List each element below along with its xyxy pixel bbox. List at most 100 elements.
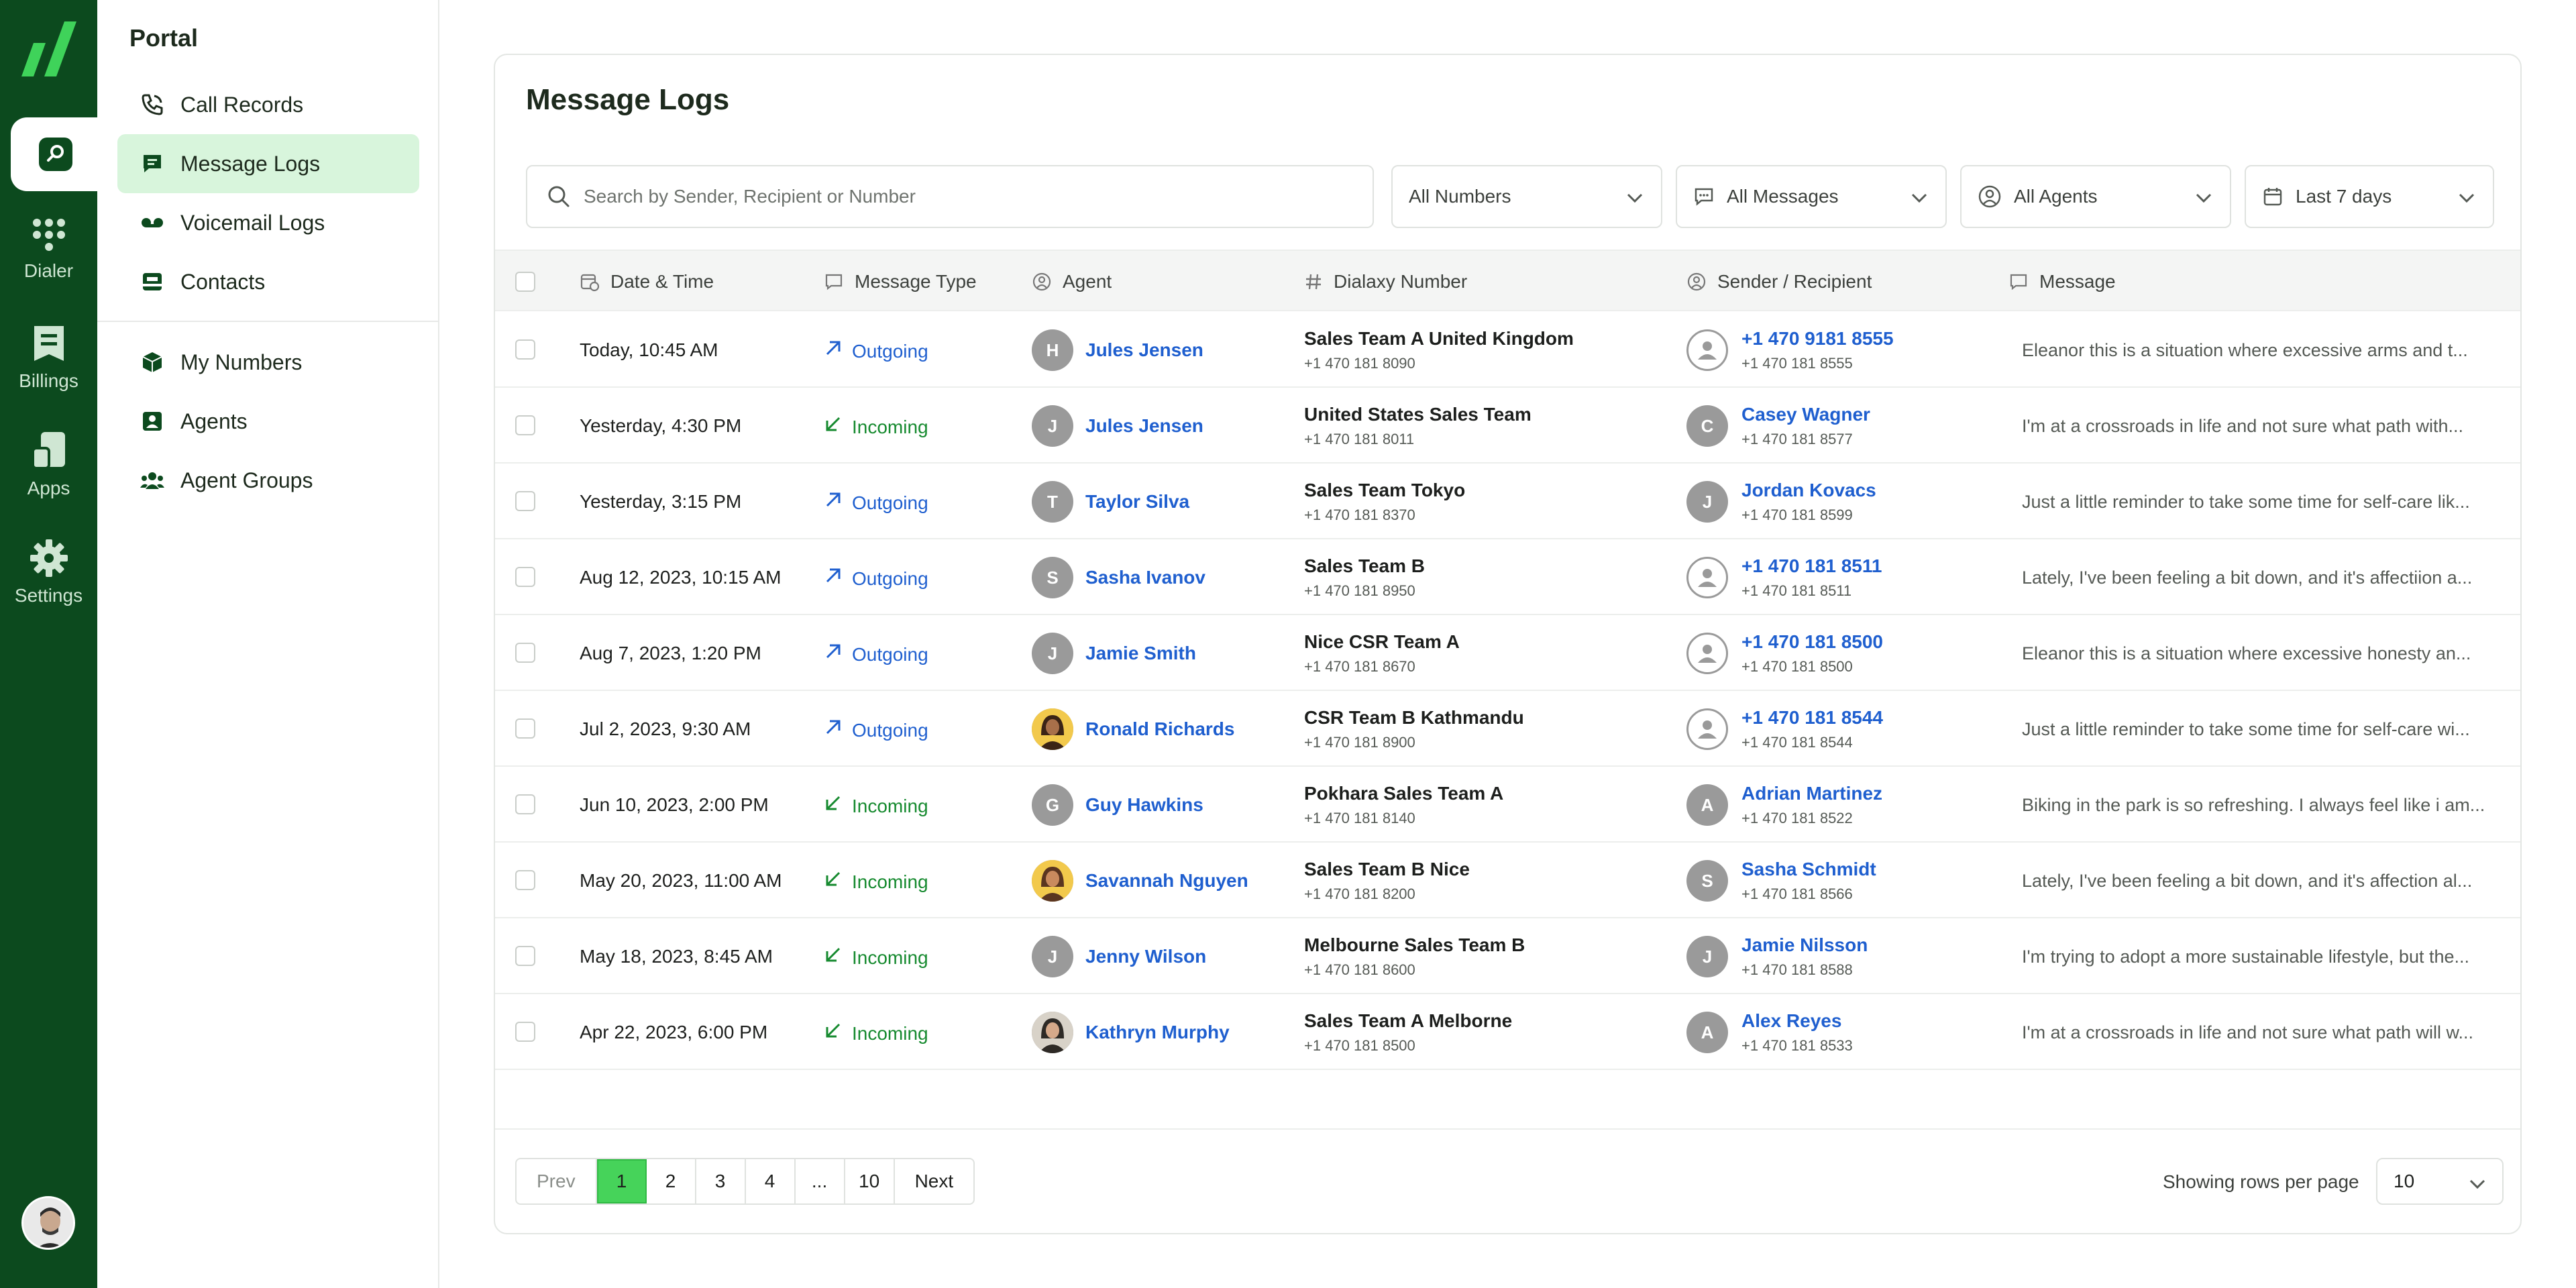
sidebar-item-my-numbers[interactable]: My Numbers [117,333,419,392]
message-outline-icon [2008,272,2029,292]
column-header-label: Message [2039,271,2116,292]
column-header-datetime[interactable]: Date & Time [580,251,714,313]
row-checkbox[interactable] [515,643,535,663]
agent-initial: J [1047,415,1058,436]
sender-number: +1 470 181 8577 [1741,431,1853,447]
sender-name-link[interactable]: +1 470 181 8511 [1741,555,1882,577]
row-checkbox[interactable] [515,1022,535,1042]
numbers-filter-dropdown[interactable]: All Numbers [1391,165,1662,228]
page-button-1[interactable]: 1 [596,1159,647,1203]
rail-item-dialer[interactable]: Dialer [0,216,97,282]
row-checkbox[interactable] [515,946,535,966]
table-row[interactable]: Apr 22, 2023, 6:00 PM Incoming Kathryn M… [495,995,2520,1070]
sidebar-item-agent-groups[interactable]: Agent Groups [117,451,419,510]
table-row[interactable]: Aug 12, 2023, 10:15 AM Outgoing S Sasha … [495,540,2520,615]
row-checkbox[interactable] [515,339,535,360]
agent-name-link[interactable]: Kathryn Murphy [1085,1022,1230,1043]
page-button-3[interactable]: 3 [696,1159,746,1203]
photo-avatar-icon [1032,708,1073,750]
agent-name-link[interactable]: Savannah Nguyen [1085,870,1248,892]
column-header-message[interactable]: Message [2008,251,2116,313]
message-preview[interactable]: I'm at a crossroads in life and not sure… [2022,388,2498,464]
next-page-button[interactable]: Next [895,1159,974,1203]
sidebar-item-message-logs[interactable]: Message Logs [117,134,419,193]
table-row[interactable]: Jun 10, 2023, 2:00 PM Incoming G Guy Haw… [495,767,2520,843]
message-preview[interactable]: I'm trying to adopt a more sustainable l… [2022,919,2498,994]
agent-name-link[interactable]: Jules Jensen [1085,415,1203,437]
sidebar-item-label: Message Logs [180,151,321,176]
row-checkbox[interactable] [515,794,535,814]
agent-name-link[interactable]: Jules Jensen [1085,339,1203,361]
sender-name-link[interactable]: Alex Reyes [1741,1010,1853,1032]
row-checkbox[interactable] [515,870,535,890]
agent-avatar: T [1032,481,1073,523]
agent-name-link[interactable]: Ronald Richards [1085,718,1234,740]
table-row[interactable]: May 18, 2023, 8:45 AM Incoming J Jenny W… [495,919,2520,994]
rail-item-apps[interactable]: Apps [0,431,97,499]
column-header-label: Agent [1063,271,1112,292]
message-preview[interactable]: Just a little reminder to take some time… [2022,464,2498,539]
generic-user-icon [1698,569,1717,587]
agent-avatar: G [1032,784,1073,826]
table-row[interactable]: Yesterday, 4:30 PM Incoming J Jules Jens… [495,388,2520,464]
table-row[interactable]: Aug 7, 2023, 1:20 PM Outgoing J Jamie Sm… [495,616,2520,691]
agent-name-link[interactable]: Sasha Ivanov [1085,567,1205,588]
message-preview[interactable]: Lately, I've been feeling a bit down, an… [2022,540,2498,615]
column-header-agent[interactable]: Agent [1032,251,1112,313]
message-preview[interactable]: Biking in the park is so refreshing. I a… [2022,767,2498,843]
table-footer-divider [495,1128,2520,1130]
sidebar-item-voicemail-logs[interactable]: Voicemail Logs [117,193,419,252]
dialaxy-number: Sales Team Tokyo +1 470 181 8370 [1304,480,1465,524]
date-range-dropdown[interactable]: Last 7 days [2245,165,2494,228]
row-checkbox[interactable] [515,718,535,739]
page-button-4[interactable]: 4 [746,1159,796,1203]
agent-name-link[interactable]: Guy Hawkins [1085,794,1203,816]
sidebar-item-call-records[interactable]: Call Records [117,75,419,134]
sender-name-link[interactable]: Casey Wagner [1741,404,1870,425]
rail-item-portal[interactable] [11,117,97,191]
sender-name-link[interactable]: Sasha Schmidt [1741,859,1876,880]
column-header-message-type[interactable]: Message Type [824,251,977,313]
agent-name-link[interactable]: Taylor Silva [1085,491,1189,513]
sender-name-link[interactable]: Adrian Martinez [1741,783,1882,804]
row-checkbox[interactable] [515,491,535,511]
message-preview[interactable]: Eleanor this is a situation where excess… [2022,616,2498,691]
app-logo-icon[interactable] [19,19,79,79]
agent-initial: T [1047,491,1058,512]
sender-name-link[interactable]: +1 470 9181 8555 [1741,328,1894,350]
sidebar-item-agents[interactable]: Agents [117,392,419,451]
agent-name-link[interactable]: Jamie Smith [1085,643,1196,664]
table-row[interactable]: Jul 2, 2023, 9:30 AM Outgoing Ronald Ric… [495,692,2520,767]
sender-name-link[interactable]: Jamie Nilsson [1741,934,1868,956]
rows-per-page-dropdown[interactable]: 10 [2376,1158,2504,1205]
message-preview[interactable]: Eleanor this is a situation where excess… [2022,313,2498,388]
table-row[interactable]: Today, 10:45 AM Outgoing H Jules Jensen … [495,313,2520,388]
message-preview[interactable]: I'm at a crossroads in life and not sure… [2022,995,2498,1070]
row-checkbox[interactable] [515,415,535,435]
messages-filter-dropdown[interactable]: All Messages [1676,165,1947,228]
user-avatar[interactable] [21,1196,75,1250]
page-button-10[interactable]: 10 [845,1159,895,1203]
message-preview[interactable]: Lately, I've been feeling a bit down, an… [2022,843,2498,918]
agent-name-link[interactable]: Jenny Wilson [1085,946,1206,967]
search-icon [548,186,570,207]
message-preview[interactable]: Just a little reminder to take some time… [2022,692,2498,767]
column-header-sender-recipient[interactable]: Sender / Recipient [1686,251,1872,313]
rail-item-billings[interactable]: Billings [0,323,97,392]
table-row[interactable]: Yesterday, 3:15 PM Outgoing T Taylor Sil… [495,464,2520,539]
sender-name-link[interactable]: +1 470 181 8500 [1741,631,1883,653]
column-header-dialaxy-number[interactable]: Dialaxy Number [1304,251,1467,313]
row-checkbox[interactable] [515,567,535,587]
agents-filter-dropdown[interactable]: All Agents [1960,165,2231,228]
sender-name-link[interactable]: +1 470 181 8544 [1741,707,1883,729]
rail-item-settings[interactable]: Settings [0,538,97,606]
search-box[interactable] [526,165,1374,228]
row-datetime: Today, 10:45 AM [580,339,718,360]
search-input[interactable] [584,186,1355,207]
prev-page-button[interactable]: Prev [517,1159,597,1203]
sidebar-item-contacts[interactable]: Contacts [117,252,419,311]
page-button-2[interactable]: 2 [647,1159,696,1203]
sender-name-link[interactable]: Jordan Kovacs [1741,480,1876,501]
table-row[interactable]: May 20, 2023, 11:00 AM Incoming Savannah… [495,843,2520,918]
select-all-checkbox[interactable] [515,272,535,292]
